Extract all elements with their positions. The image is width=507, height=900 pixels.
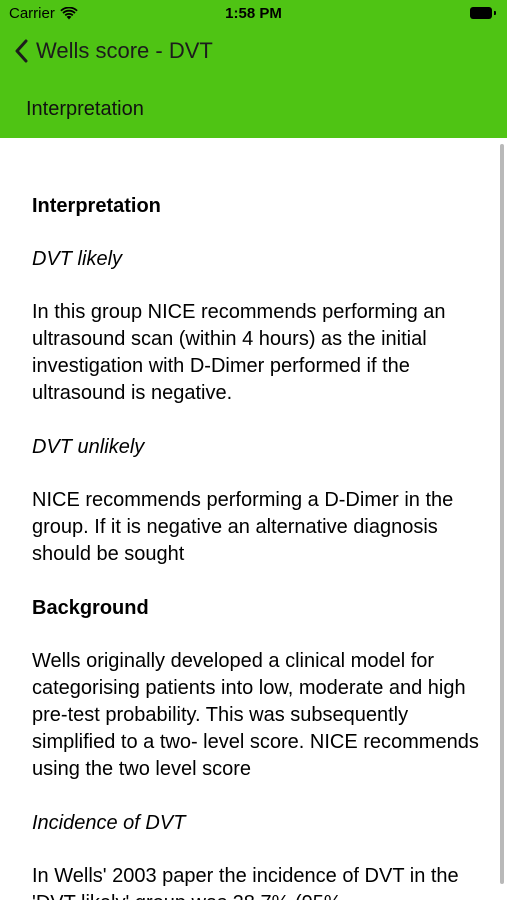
paragraph-dvt-likely: In this group NICE recommends performing… [32, 301, 446, 404]
paragraph-dvt-unlikely: NICE recommends performing a D-Dimer in … [32, 489, 454, 565]
back-label: Wells score - DVT [36, 38, 213, 63]
clock: 1:58 PM [225, 5, 282, 22]
chevron-left-icon [15, 39, 28, 63]
navigation-bar: Wells score - DVT [0, 30, 507, 76]
content-scroll-area[interactable]: Interpretation DVT likely In this group … [0, 138, 507, 900]
section-title: Interpretation [26, 98, 144, 120]
heading-background: Background [32, 597, 149, 619]
section-bar: Interpretation [0, 84, 507, 138]
subheading-dvt-likely: DVT likely [32, 248, 123, 270]
status-bar: Carrier 1:58 PM [0, 0, 507, 28]
app-header: Carrier 1:58 PM Wells score - DVT Interp… [0, 0, 507, 138]
paragraph-incidence: In Wells' 2003 paper the incidence of DV… [32, 865, 459, 900]
subheading-dvt-unlikely: DVT unlikely [32, 436, 145, 458]
heading-interpretation: Interpretation [32, 195, 161, 217]
paragraph-background: Wells originally developed a clinical mo… [32, 650, 479, 780]
subheading-incidence: Incidence of DVT [32, 812, 186, 834]
scrollbar[interactable] [500, 144, 504, 884]
back-button[interactable]: Wells score - DVT [14, 38, 213, 64]
battery-icon [470, 7, 496, 19]
content-body: Interpretation DVT likely In this group … [32, 193, 487, 900]
